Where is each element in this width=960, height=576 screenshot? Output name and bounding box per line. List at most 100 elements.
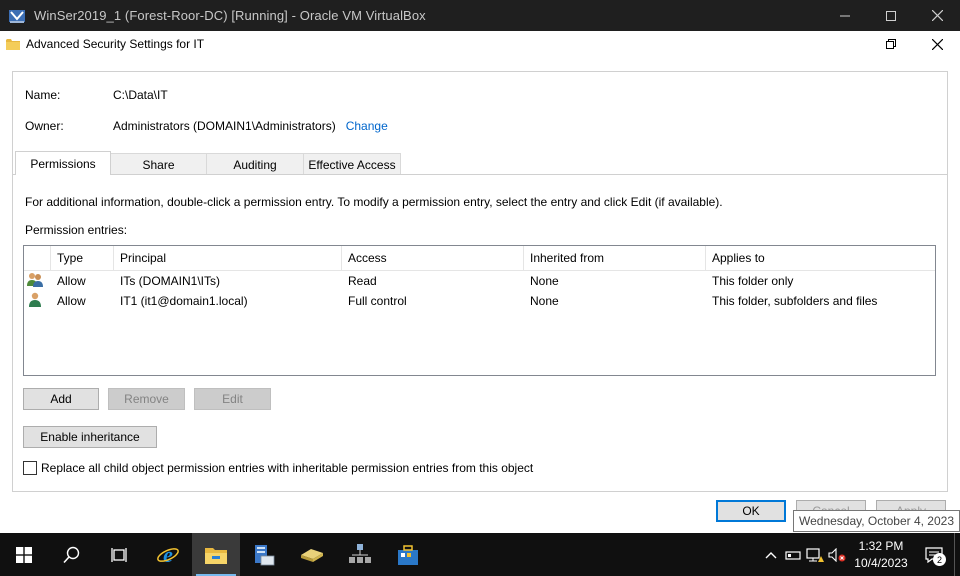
show-desktop-button[interactable] (954, 533, 960, 576)
task-view-button[interactable] (96, 533, 144, 576)
owner-row: Owner: Administrators (DOMAIN1\Administr… (25, 119, 388, 133)
edit-button[interactable]: Edit (194, 388, 271, 410)
owner-value: Administrators (DOMAIN1\Administrators) (113, 119, 336, 133)
entry-principal: IT1 (it1@domain1.local) (120, 294, 248, 308)
minimize-icon (840, 15, 850, 16)
group-icon (27, 272, 43, 287)
remove-button[interactable]: Remove (108, 388, 185, 410)
name-value: C:\Data\IT (113, 88, 168, 102)
entry-applies-to: This folder, subfolders and files (712, 294, 878, 308)
virtualbox-logo-icon (9, 9, 25, 23)
replace-child-permissions-row[interactable]: Replace all child object permission entr… (23, 461, 533, 475)
chevron-up-icon (765, 551, 777, 558)
search-button[interactable] (48, 533, 96, 576)
dialog-titlebar: Advanced Security Settings for IT (0, 31, 960, 57)
entry-principal: ITs (DOMAIN1\ITs) (120, 274, 221, 288)
column-header-principal[interactable]: Principal (114, 246, 342, 270)
entry-icon-cell (24, 272, 51, 291)
tab-divider (13, 174, 947, 175)
search-icon (63, 546, 80, 563)
advanced-security-dialog: Advanced Security Settings for IT Name: … (0, 31, 960, 533)
windows-logo-icon (16, 546, 32, 563)
svg-text:e: e (163, 543, 173, 567)
toolbox-button[interactable] (384, 533, 432, 576)
table-row[interactable]: Allow IT1 (it1@domain1.local) Full contr… (24, 291, 935, 311)
ok-button[interactable]: OK (716, 500, 786, 522)
active-directory-button[interactable] (288, 533, 336, 576)
internet-explorer-button[interactable]: e (144, 533, 192, 576)
name-label: Name: (25, 88, 61, 102)
restore-icon (886, 39, 896, 49)
column-header-inherited-from[interactable]: Inherited from (524, 246, 706, 270)
file-explorer-button[interactable] (192, 533, 240, 576)
dialog-restore-button[interactable] (868, 31, 914, 57)
storage-tray-button[interactable] (782, 533, 804, 576)
taskbar-clock[interactable]: 1:32 PM 10/4/2023 (848, 538, 914, 572)
server-manager-button[interactable] (240, 533, 288, 576)
vbox-minimize-button[interactable] (822, 0, 868, 31)
internet-explorer-icon: e (157, 543, 179, 567)
clock-time: 1:32 PM (858, 538, 904, 553)
owner-label: Owner: (25, 119, 64, 133)
start-button[interactable] (0, 533, 48, 576)
folder-icon (6, 39, 20, 50)
entry-applies-to: This folder only (712, 274, 794, 288)
user-icon (29, 292, 41, 307)
permission-entries-list[interactable]: Type Principal Access Inherited from App… (23, 245, 936, 376)
entry-icon-cell (24, 292, 51, 311)
network-icon (349, 543, 371, 563)
column-header-icon[interactable] (24, 246, 51, 270)
column-header-access[interactable]: Access (342, 246, 524, 270)
table-row[interactable]: Allow ITs (DOMAIN1\ITs) Read None This f… (24, 271, 935, 291)
dialog-body: Name: C:\Data\IT Owner: Administrators (… (12, 71, 948, 492)
entry-access: Full control (348, 294, 407, 308)
dialog-title: Advanced Security Settings for IT (26, 37, 205, 51)
entry-type: Allow (57, 294, 86, 308)
clock-date: 10/4/2023 (854, 555, 908, 570)
notification-center-button[interactable]: 2 (914, 533, 954, 576)
change-owner-link[interactable]: Change (346, 119, 388, 133)
virtualbox-window-title: WinSer2019_1 (Forest-Roor-DC) [Running] … (34, 8, 426, 23)
system-tray: 1:32 PM 10/4/2023 2 (760, 533, 960, 576)
entry-inherited-from: None (530, 294, 559, 308)
date-tooltip: Wednesday, October 4, 2023 (793, 510, 960, 532)
tab-permissions[interactable]: Permissions (15, 151, 111, 175)
task-view-icon (111, 547, 127, 562)
tab-auditing[interactable]: Auditing (206, 153, 304, 175)
replace-child-permissions-checkbox[interactable] (23, 461, 37, 475)
network-warning-icon (806, 547, 824, 562)
toolbox-icon (398, 544, 418, 565)
network-tray-button[interactable] (804, 533, 826, 576)
volume-muted-icon (828, 547, 846, 562)
entry-type: Allow (57, 274, 86, 288)
vbox-maximize-button[interactable] (868, 0, 914, 31)
virtualbox-titlebar: WinSer2019_1 (Forest-Roor-DC) [Running] … (0, 0, 960, 31)
tab-strip: Permissions Share Auditing Effective Acc… (15, 151, 401, 175)
add-button[interactable]: Add (23, 388, 99, 410)
notification-count-badge: 2 (933, 553, 946, 566)
volume-tray-button[interactable] (826, 533, 848, 576)
network-button[interactable] (336, 533, 384, 576)
tab-share[interactable]: Share (110, 153, 207, 175)
entry-access: Read (348, 274, 377, 288)
vbox-close-button[interactable] (914, 0, 960, 31)
name-row: Name: C:\Data\IT (25, 88, 168, 102)
entry-inherited-from: None (530, 274, 559, 288)
maximize-icon (886, 10, 896, 21)
dialog-close-button[interactable] (914, 31, 960, 57)
server-manager-icon (255, 544, 275, 565)
list-header: Type Principal Access Inherited from App… (24, 246, 935, 271)
drive-icon (785, 550, 801, 560)
close-icon (931, 10, 943, 21)
info-text: For additional information, double-click… (25, 195, 723, 209)
ad-users-computers-icon (301, 548, 323, 562)
close-icon (931, 38, 943, 50)
show-hidden-icons-button[interactable] (760, 533, 782, 576)
file-explorer-icon (205, 547, 227, 564)
tab-effective-access[interactable]: Effective Access (303, 153, 401, 175)
column-header-applies-to[interactable]: Applies to (706, 246, 934, 270)
enable-inheritance-button[interactable]: Enable inheritance (23, 426, 157, 448)
replace-child-permissions-label: Replace all child object permission entr… (41, 461, 534, 475)
column-header-type[interactable]: Type (51, 246, 114, 270)
permission-entries-label: Permission entries: (25, 223, 128, 237)
